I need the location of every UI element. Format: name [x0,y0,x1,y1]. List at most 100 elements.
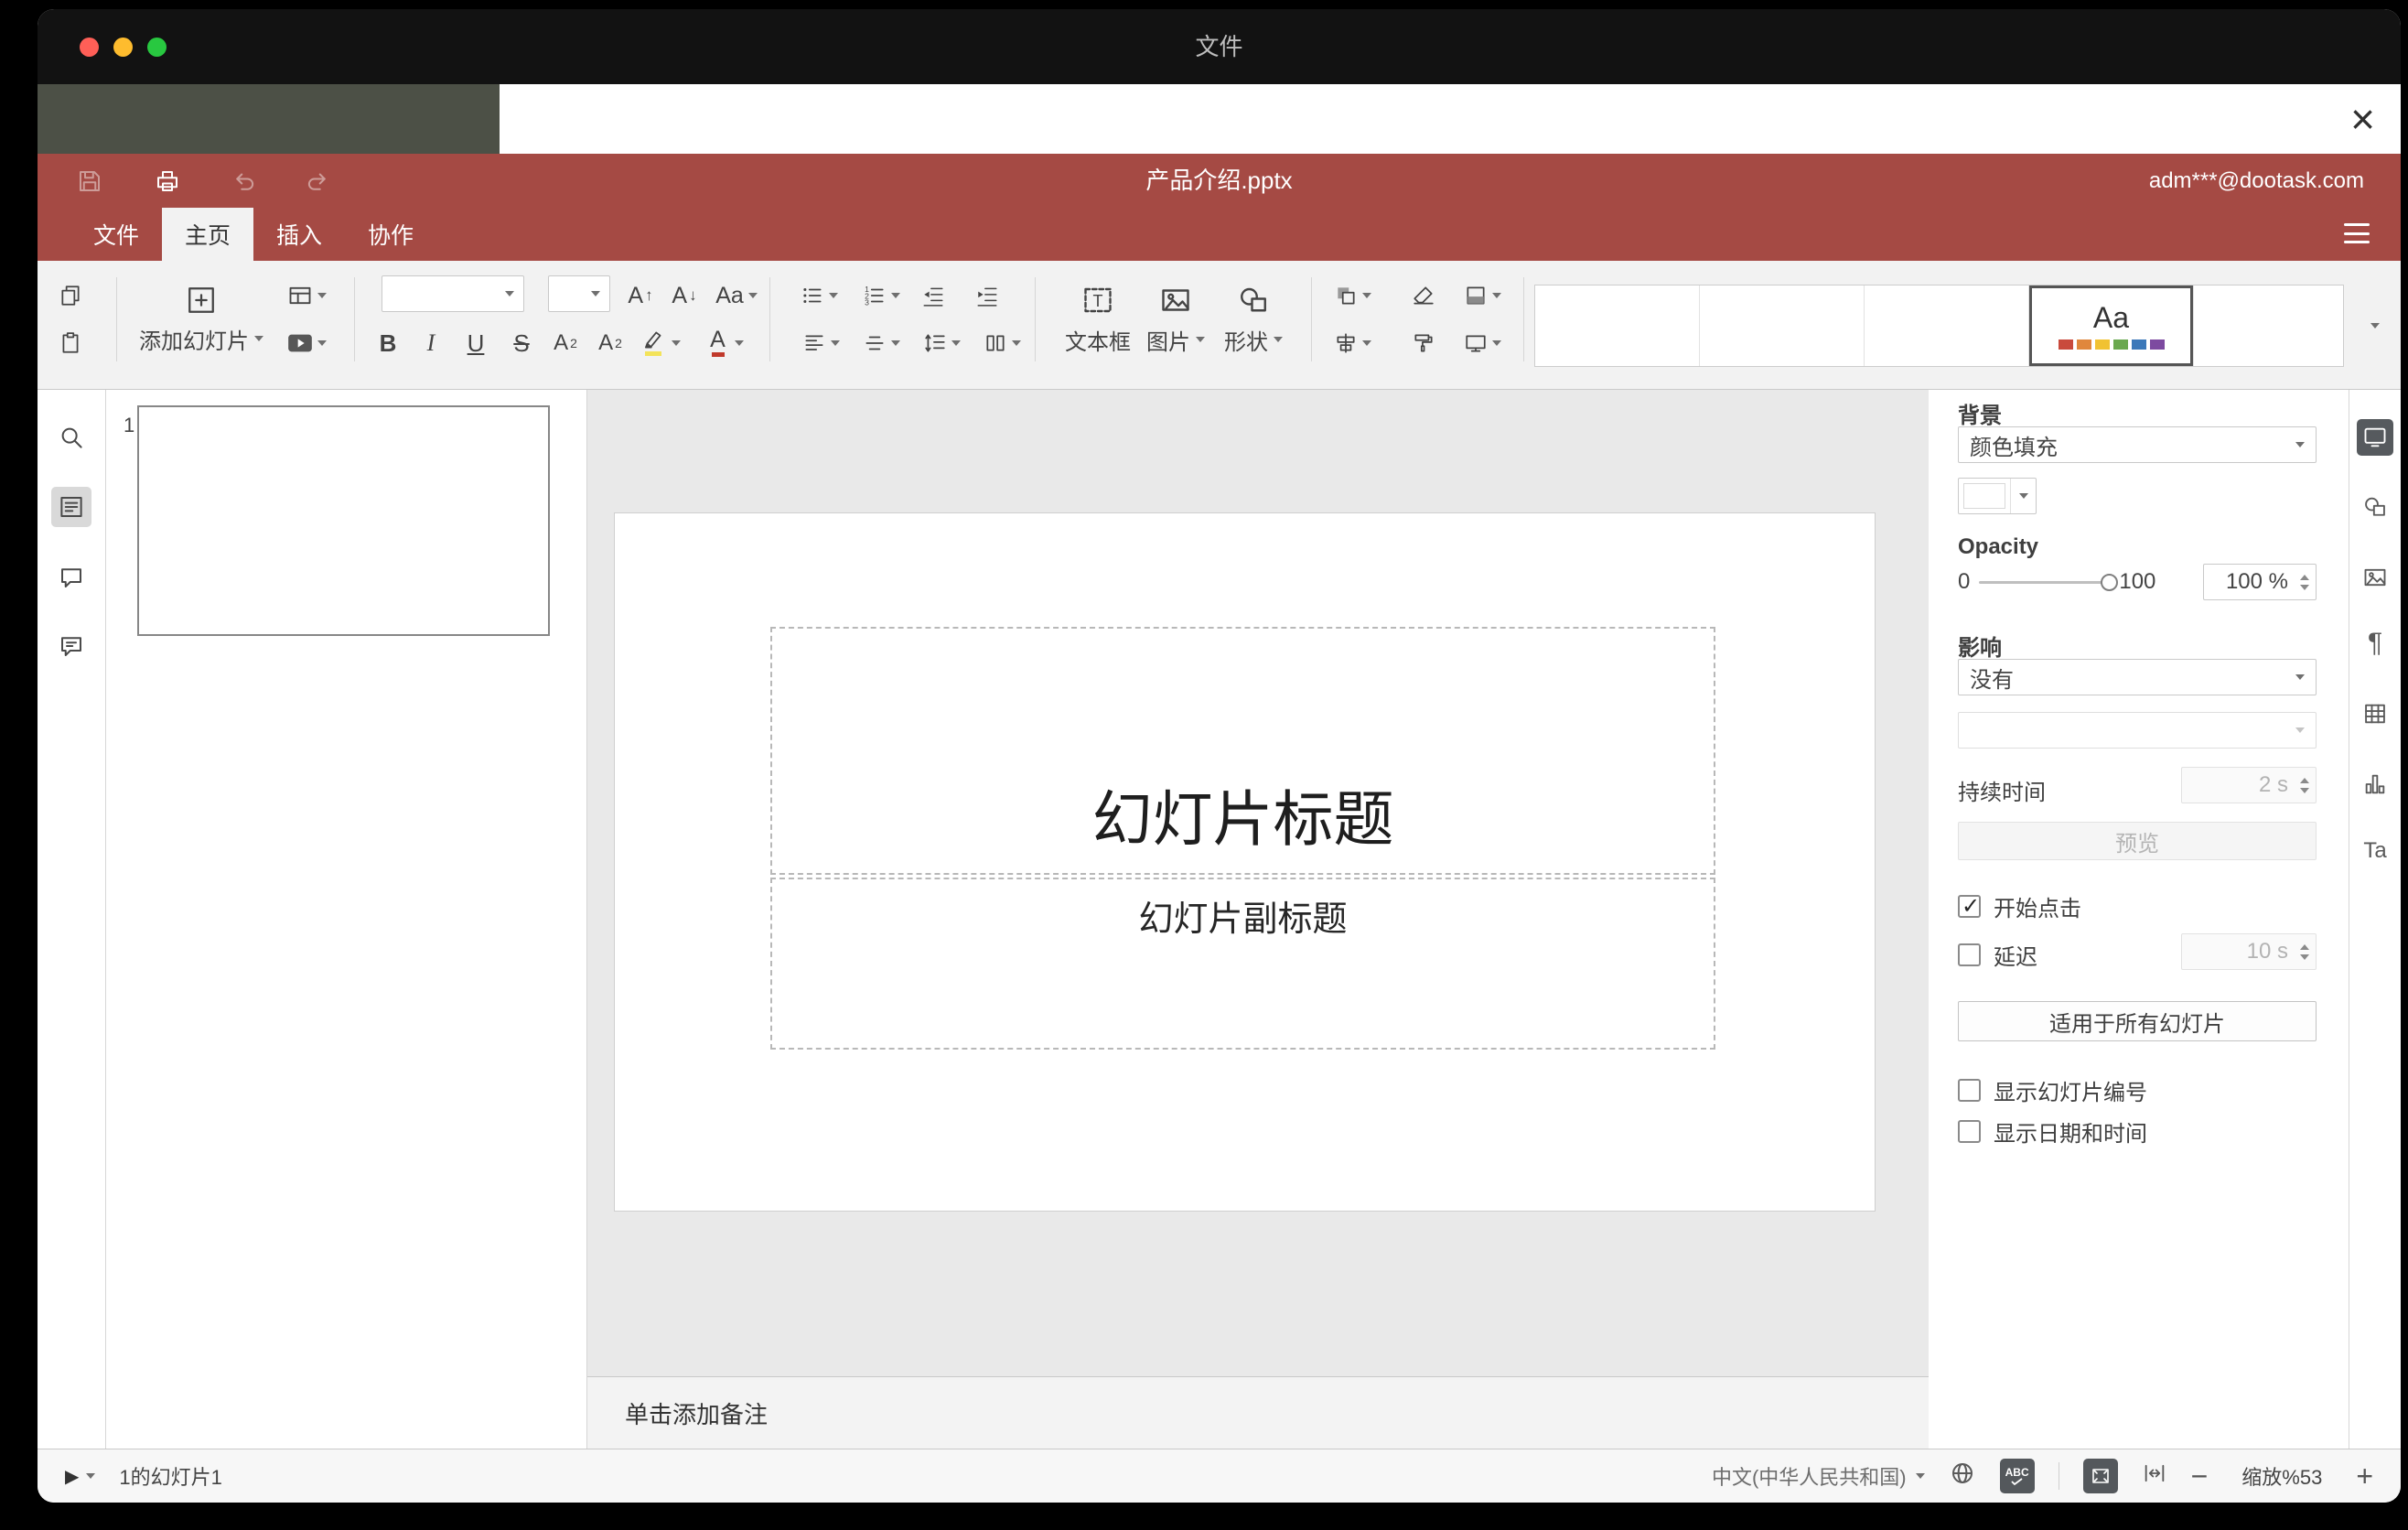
arrange-shapes-button[interactable] [1323,275,1381,316]
change-case-button[interactable]: Aa [707,275,766,316]
spellcheck-toggle[interactable]: ABC [1999,1459,2035,1493]
tab-insert[interactable]: 插入 [253,208,345,261]
slide-canvas[interactable]: 幻灯片标题 幻灯片副标题 [615,513,1875,1211]
font-color-button[interactable]: A [696,323,753,363]
delay-checkbox[interactable] [1958,943,1981,966]
superscript-button[interactable]: A2 [547,323,584,363]
search-icon[interactable] [51,417,91,458]
theme-thumbnail-selected[interactable]: Aa [2029,286,2194,366]
slide-settings-icon[interactable] [2357,419,2393,456]
font-name-combo[interactable] [382,275,524,312]
chart-settings-icon[interactable] [2357,766,2393,803]
theme-thumbnail-3[interactable] [1865,286,2029,366]
shape-settings-icon[interactable] [2357,489,2393,525]
main-area: 1 幻灯片标题 幻灯片副标题 单击添加备注 背景 颜色填充 Opacity 0 … [38,390,2401,1449]
effect-variant-select[interactable] [1958,712,2317,749]
tab-collaboration[interactable]: 协作 [345,208,436,261]
apply-to-all-slides-button[interactable]: 适用于所有幻灯片 [1958,1001,2317,1041]
increase-indent-button[interactable] [967,275,1007,316]
insert-shape-button[interactable]: 形状 [1217,274,1290,365]
align-shapes-button[interactable] [1323,323,1381,363]
decrease-font-size-button[interactable]: A ↓ [663,275,705,316]
line-spacing-button[interactable] [915,323,968,363]
slide-thumbnail[interactable] [137,405,550,636]
table-settings-icon[interactable] [2357,695,2393,732]
subscript-button[interactable]: A2 [592,323,629,363]
slide-thumbnails-panel: 1 [106,390,587,1449]
show-slide-number-checkbox[interactable] [1958,1079,1981,1102]
add-slide-button[interactable]: 添加幻灯片 [137,274,265,365]
start-slideshow-status-button[interactable]: ▶ [65,1465,96,1488]
copy-style-button[interactable] [1403,323,1444,363]
underline-button[interactable]: U [457,323,494,363]
background-color-swatch-select[interactable] [1958,478,2037,514]
start-on-click-checkbox[interactable] [1958,893,1981,920]
italic-button[interactable]: I [413,323,449,363]
status-bar: ▶ 1的幻灯片1 中文(中华人民共和国) ABC − 缩放%53 + [38,1449,2401,1503]
fit-to-width-button[interactable] [2142,1460,2167,1492]
hamburger-menu-icon[interactable] [2344,223,2370,243]
zoom-in-button[interactable]: + [2356,1461,2373,1491]
columns-button[interactable] [975,323,1028,363]
show-date-time-checkbox[interactable] [1958,1120,1981,1143]
shape-label: 形状 [1224,329,1268,355]
bullet-list-button[interactable] [792,275,845,316]
duration-input[interactable]: 2 s [2181,767,2317,803]
document-language-icon[interactable] [1949,1460,1976,1492]
effect-select[interactable]: 没有 [1958,659,2317,695]
right-settings-tabs: ¶ Ta [2349,390,2401,1449]
chat-feedback-icon[interactable] [51,626,91,666]
theme-gallery-expand-icon[interactable] [2360,285,2391,367]
slides-panel-icon[interactable] [51,487,91,527]
paste-icon[interactable] [52,323,89,363]
slide-layout-button[interactable] [277,275,336,316]
title-placeholder[interactable]: 幻灯片标题 [770,627,1715,875]
highlight-color-button[interactable] [631,323,688,363]
paragraph-settings-icon[interactable]: ¶ [2357,625,2393,662]
background-fill-select[interactable]: 颜色填充 [1958,426,2317,463]
opacity-value-input[interactable]: 100 % [2203,564,2317,600]
slide-number-label: 1 [124,414,135,436]
opacity-slider[interactable] [1979,573,2119,591]
opacity-label: Opacity [1958,534,2039,559]
text-art-settings-icon[interactable]: Ta [2357,833,2393,869]
start-on-click-row: 开始点击 [1958,890,2081,922]
language-select[interactable]: 中文(中华人民共和国) [1712,1461,1925,1491]
delay-input[interactable]: 10 s [2181,933,2317,970]
zoom-out-button[interactable]: − [2191,1461,2209,1491]
copy-icon[interactable] [52,275,89,316]
opacity-increase-icon[interactable] [2300,574,2309,580]
insert-image-button[interactable]: 图片 [1139,274,1212,365]
bold-button[interactable]: B [370,323,406,363]
preview-button[interactable]: 预览 [1958,822,2317,860]
clear-style-button[interactable] [1403,275,1444,316]
comments-icon[interactable] [51,557,91,598]
fill-color-button[interactable] [1454,275,1510,316]
image-settings-icon[interactable] [2357,559,2393,596]
theme-sample-text: Aa [2092,300,2130,334]
opacity-decrease-icon[interactable] [2300,584,2309,590]
slide-size-button[interactable] [1454,323,1510,363]
increase-font-size-button[interactable]: A ↑ [619,275,661,316]
numbered-list-button[interactable]: 123 [855,275,908,316]
background-section-label: 背景 [1958,404,2002,428]
opacity-slider-knob[interactable] [2101,573,2119,591]
notes-input[interactable]: 单击添加备注 [587,1376,1929,1449]
decrease-indent-button[interactable] [913,275,953,316]
fit-to-slide-toggle[interactable] [2082,1459,2118,1493]
subtitle-placeholder[interactable]: 幻灯片副标题 [770,878,1715,1050]
close-icon[interactable]: × [2350,98,2375,140]
insert-textbox-button[interactable]: T 文本框 [1061,274,1134,365]
strikethrough-button[interactable]: S [503,323,540,363]
theme-thumbnail-2[interactable] [1700,286,1865,366]
vertical-align-button[interactable] [855,323,908,363]
show-date-time-label: 显示日期和时间 [1994,1122,2147,1147]
tab-home[interactable]: 主页 [162,208,254,261]
font-size-combo[interactable] [548,275,610,312]
status-right-cluster: 中文(中华人民共和国) ABC − 缩放%53 + [1712,1459,2373,1493]
theme-thumbnail-1[interactable] [1535,286,1700,366]
horizontal-align-button[interactable] [794,323,847,363]
tab-file[interactable]: 文件 [70,208,162,261]
image-label: 图片 [1146,329,1190,355]
start-slideshow-button[interactable] [277,323,336,363]
